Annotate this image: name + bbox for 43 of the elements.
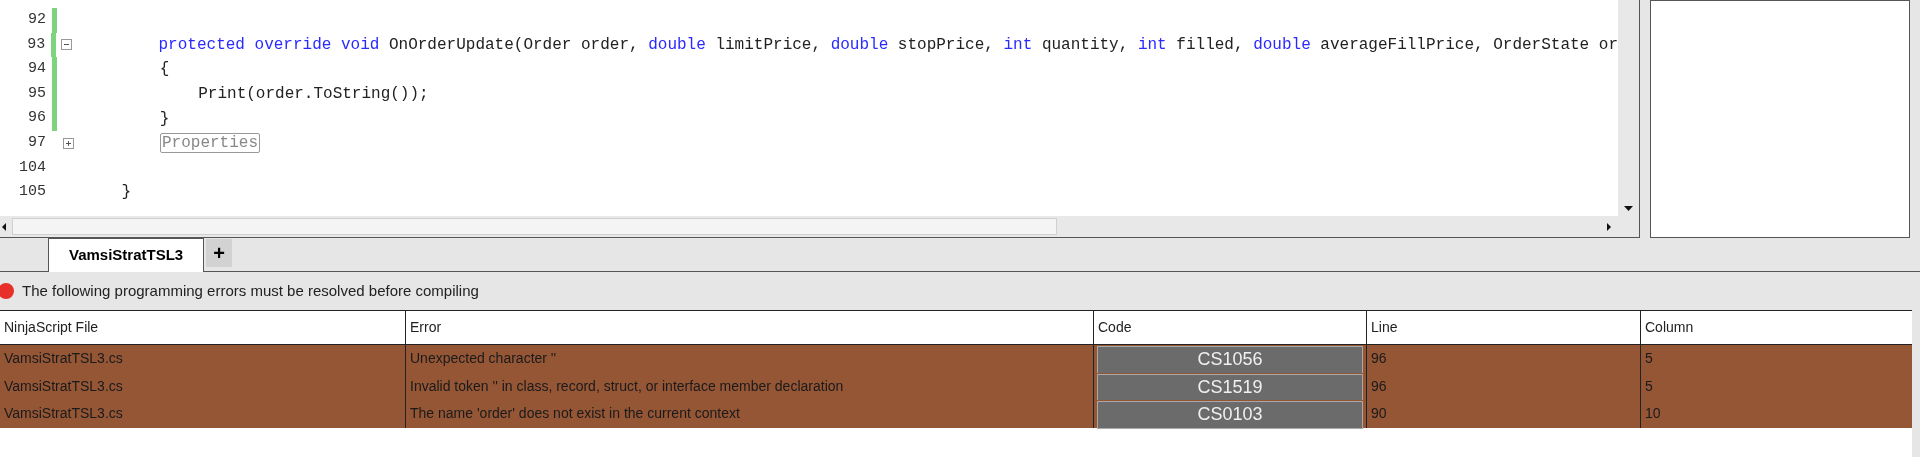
line-number: 95 bbox=[27, 83, 46, 104]
table-cell: 5 bbox=[1640, 345, 1912, 373]
error-code-cell: CS1056 bbox=[1097, 346, 1363, 374]
collapse-icon[interactable] bbox=[61, 39, 73, 51]
line-number: 94 bbox=[27, 59, 46, 80]
column-header: Line bbox=[1366, 310, 1640, 345]
table-cell: Unexpected character '' bbox=[405, 345, 1093, 373]
table-cell: VamsiStratTSL3.cs bbox=[0, 345, 405, 373]
code-line: { bbox=[158, 59, 170, 81]
table-cell: The name 'order' does not exist in the current context bbox=[405, 400, 1093, 428]
error-message: The following programming errors must be resolved before compiling bbox=[22, 280, 479, 301]
line-number: 104 bbox=[18, 157, 46, 178]
error-code-cell: CS0103 bbox=[1097, 401, 1363, 429]
add-tab-button[interactable]: + bbox=[206, 239, 232, 267]
expand-icon[interactable] bbox=[62, 137, 74, 149]
column-header: Error bbox=[405, 310, 1093, 345]
code-line: } bbox=[120, 182, 131, 204]
column-header: NinjaScript File bbox=[0, 310, 405, 345]
line-number: 97 bbox=[27, 133, 46, 153]
code-line: } bbox=[158, 108, 170, 130]
scrollbar-thumb[interactable] bbox=[12, 218, 1057, 235]
table-cell: 5 bbox=[1640, 372, 1912, 400]
code-line: Properties bbox=[83, 131, 260, 156]
vertical-scrollbar[interactable] bbox=[1618, 0, 1639, 216]
line-number: 92 bbox=[27, 10, 46, 31]
error-icon bbox=[0, 283, 14, 299]
horizontal-scrollbar[interactable] bbox=[0, 216, 1639, 237]
table-cell: 96 bbox=[1366, 345, 1640, 373]
table-cell: Invalid token '' in class, record, struct, or interface member declaration bbox=[405, 372, 1093, 400]
column-header: Code bbox=[1093, 310, 1366, 345]
code-line: protected override void OnOrderUpdate(Order order, double limitPrice, double stopPrice, int quantity, int filled, double averageFillPrice, OrderState or bbox=[157, 34, 1618, 56]
file-tab[interactable]: VamsiStratTSL3 bbox=[48, 238, 205, 272]
table-cell: 90 bbox=[1366, 400, 1640, 428]
line-number: 93 bbox=[26, 34, 46, 55]
table-cell: VamsiStratTSL3.cs bbox=[0, 400, 405, 428]
column-header: Column bbox=[1640, 310, 1912, 345]
error-code-cell: CS1519 bbox=[1097, 373, 1363, 401]
code-line: Print(order.ToString()); bbox=[197, 84, 429, 106]
line-number: 96 bbox=[27, 108, 46, 129]
table-cell: VamsiStratTSL3.cs bbox=[0, 372, 405, 400]
line-number: 105 bbox=[18, 182, 46, 203]
table-cell: 96 bbox=[1366, 372, 1640, 400]
table-cell: 10 bbox=[1640, 400, 1912, 428]
